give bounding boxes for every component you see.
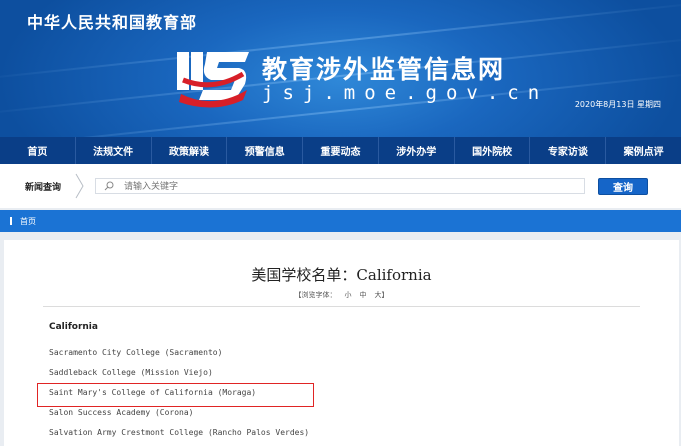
site-title: 教育涉外监管信息网	[262, 55, 506, 84]
font-size-controls: 【浏览字体： 小中大】	[4, 290, 679, 300]
highlight-annotation	[37, 383, 314, 407]
nav-regulations[interactable]: 法规文件	[76, 137, 152, 164]
search-icon	[104, 181, 114, 191]
font-size-medium[interactable]: 中	[360, 291, 367, 299]
current-date: 2020年8月13日 星期四	[574, 100, 661, 109]
breadcrumb-home-link[interactable]: 首页	[20, 216, 36, 227]
nav-policy-interpretation[interactable]: 政策解读	[152, 137, 228, 164]
list-item: Salvation Army Crestmont College (Rancho…	[49, 428, 310, 437]
article-title: 美国学校名单：California	[251, 266, 432, 284]
news-search-bar: 新闻查询	[0, 164, 681, 208]
font-size-label: 【浏览字体：	[294, 291, 337, 299]
chevron-divider-icon	[75, 173, 84, 199]
ministry-name[interactable]: 中华人民共和国教育部	[27, 9, 197, 33]
main-nav: 首页 法规文件 政策解读 预警信息 重要动态 涉外办学 国外院校 专家访谈 案例…	[0, 137, 681, 164]
font-size-large[interactable]: 大】	[375, 291, 389, 299]
nav-foreign-education[interactable]: 涉外办学	[379, 137, 455, 164]
breadcrumb: 首页	[0, 210, 681, 232]
nav-warnings[interactable]: 预警信息	[227, 137, 304, 164]
content-divider	[43, 306, 640, 307]
site-logo-icon[interactable]	[173, 44, 253, 110]
nav-news[interactable]: 重要动态	[303, 137, 379, 164]
nav-expert-interviews[interactable]: 专家访谈	[530, 137, 607, 164]
nav-foreign-institutions[interactable]: 国外院校	[455, 137, 531, 164]
breadcrumb-marker	[10, 217, 12, 225]
search-button[interactable]: 查询	[598, 178, 648, 195]
list-item: Salon Success Academy (Corona)	[49, 408, 194, 417]
section-heading: California	[49, 322, 98, 332]
site-domain: jsj.moe.gov.cn	[262, 82, 549, 104]
search-label: 新闻查询	[25, 183, 62, 193]
nav-case-reviews[interactable]: 案例点评	[606, 137, 681, 164]
font-size-small[interactable]: 小	[345, 291, 352, 299]
article-content: 美国学校名单：California 【浏览字体：小中大】 California …	[4, 240, 679, 446]
nav-home[interactable]: 首页	[0, 137, 76, 164]
search-input[interactable]	[124, 179, 574, 193]
list-item: Sacramento City College (Sacramento)	[49, 348, 223, 357]
site-header: 中华人民共和国教育部 教育涉外监管信息网 jsj.moe.gov.cn 2020…	[0, 0, 681, 137]
